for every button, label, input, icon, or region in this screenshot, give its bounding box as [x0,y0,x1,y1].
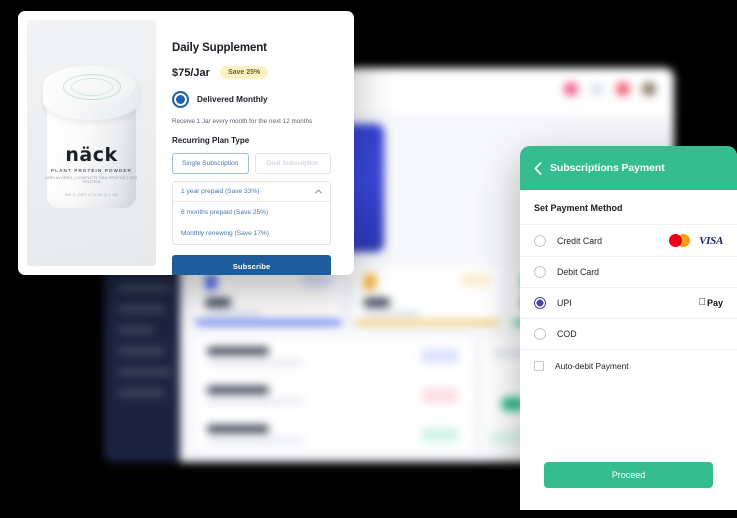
plan-option-label: Monthly renewing (Save 17%) [181,230,269,237]
payment-method-label: UPI [557,298,572,308]
list-item [195,337,473,376]
delivery-radio-selected[interactable] [172,91,189,108]
list-item [195,415,473,454]
product-price: $75/Jar [172,66,210,79]
chevron-left-icon[interactable] [534,161,542,175]
topbar-status-dots [564,82,656,96]
price-row: $75/Jar Save 25% [172,66,331,79]
auto-debit-checkbox[interactable] [534,361,544,371]
set-payment-method-label: Set Payment Method [520,190,737,225]
plan-option-label: 6 months prepaid (Save 25%) [181,209,269,216]
product-photo-line3: 500 G | NET 17.6 OZ (1.1 LB) [64,193,119,197]
payment-method-cod[interactable]: COD [520,319,737,350]
product-brand-text: näck [65,144,118,166]
subscribe-button[interactable]: Subscribe [172,255,331,275]
payment-method-label: COD [557,329,577,339]
segment-single-subscription[interactable]: Single Subscription [172,153,249,174]
delivery-option-label: Delivered Monthly [197,95,268,104]
payment-method-credit-card[interactable]: Credit Card VISA [520,225,737,257]
card-logos: VISA [669,234,723,247]
list-item [195,376,473,415]
proceed-button[interactable]: Proceed [544,462,713,488]
radio-upi-selected[interactable] [534,297,546,309]
payment-method-label: Debit Card [557,267,600,277]
product-photo-line1: PLANT PROTEIN POWDER [51,168,132,173]
recurring-plan-type-label: Recurring Plan Type [172,136,250,145]
mastercard-logo [669,234,691,247]
product-subscription-card: näck PLANT PROTEIN POWDER UNFLAVORED | C… [18,11,354,275]
subscriptions-payment-panel: Subscriptions Payment Set Payment Method… [520,146,737,510]
subscription-type-segments: Single Subscription Dual Subscription [172,153,331,174]
dashboard-list-panel [194,336,474,454]
product-photo: näck PLANT PROTEIN POWDER UNFLAVORED | C… [27,20,156,266]
radio-debit-card[interactable] [534,266,546,278]
save-badge: Save 25% [219,66,269,79]
apple-pay-logo: Pay [698,298,723,309]
payment-panel-title: Subscriptions Payment [550,162,665,174]
plan-dropdown-selected-label: 1 year prepaid (Save 33%) [181,188,260,195]
screen-root: näck PLANT PROTEIN POWDER UNFLAVORED | C… [0,0,737,518]
product-photo-line2: UNFLAVORED | COMPLETE EAA PROFILE | 20G … [45,176,138,184]
auto-debit-row[interactable]: Auto-debit Payment [520,350,737,382]
radio-cod[interactable] [534,328,546,340]
payment-method-debit-card[interactable]: Debit Card [520,257,737,288]
stat-card [352,264,502,326]
plan-dropdown-selected[interactable]: 1 year prepaid (Save 33%) [173,182,330,202]
chevron-up-icon[interactable] [315,189,322,194]
product-title: Daily Supplement [172,42,267,54]
plan-dropdown: 1 year prepaid (Save 33%) 6 months prepa… [172,181,331,245]
segment-dual-subscription[interactable]: Dual Subscription [254,153,331,174]
payment-panel-header: Subscriptions Payment [520,146,737,190]
proceed-button-wrap: Proceed [520,462,737,488]
product-details: Daily Supplement $75/Jar Save 25% Delive… [156,20,345,275]
payment-method-upi[interactable]: UPI Pay [520,288,737,319]
payment-method-label: Credit Card [557,235,602,246]
delivery-option-row[interactable]: Delivered Monthly [172,91,331,108]
protein-jar-illustration: näck PLANT PROTEIN POWDER UNFLAVORED | C… [43,66,140,208]
radio-credit-card[interactable] [534,234,546,247]
delivery-note: Receive 1 Jar every month for the next 1… [172,118,313,125]
plan-option-6-months[interactable]: 6 months prepaid (Save 25%) [173,202,330,223]
auto-debit-label: Auto-debit Payment [555,361,629,371]
visa-logo: VISA [699,234,723,247]
plan-option-monthly[interactable]: Monthly renewing (Save 17%) [173,223,330,244]
